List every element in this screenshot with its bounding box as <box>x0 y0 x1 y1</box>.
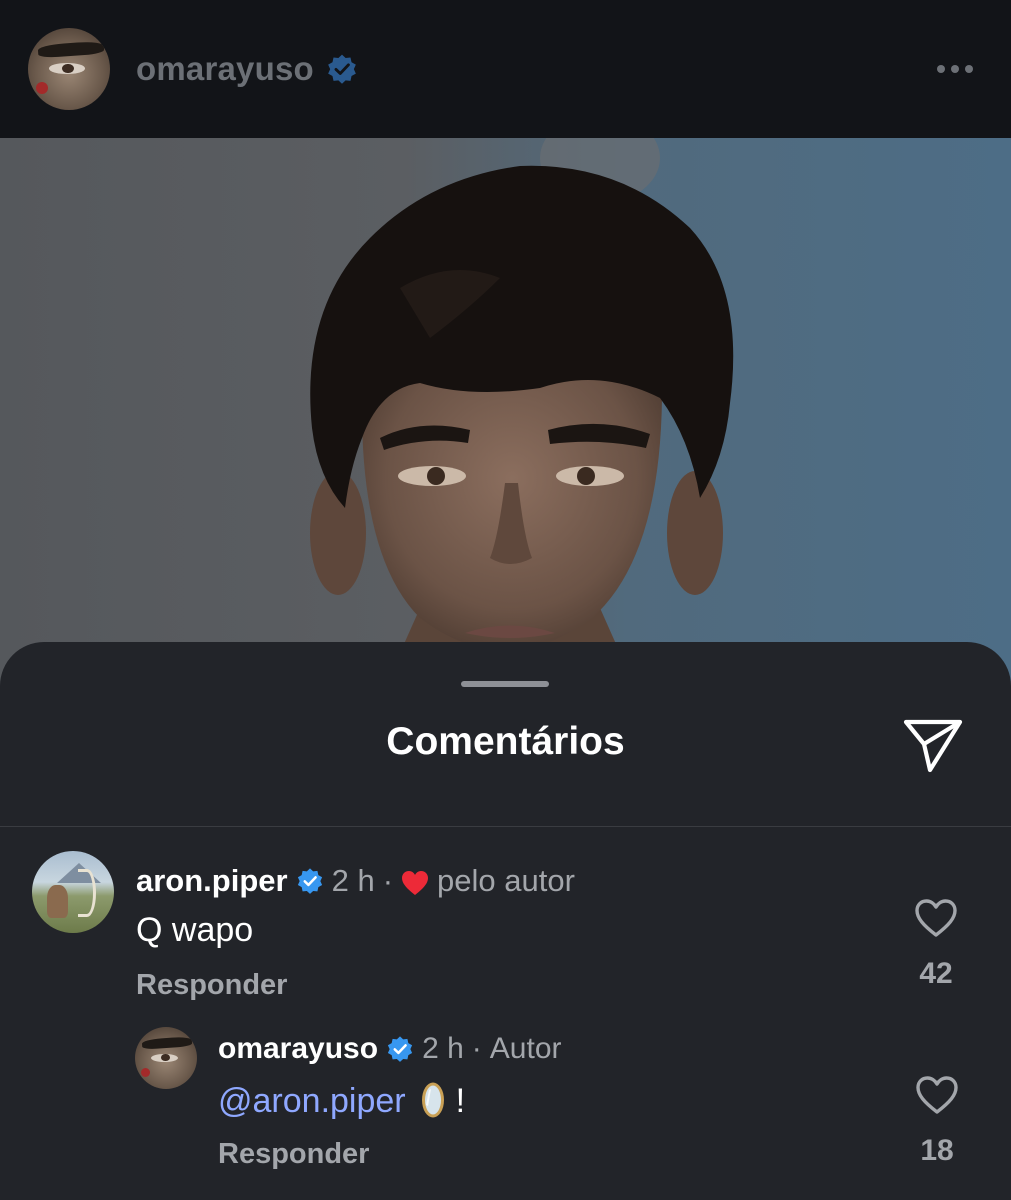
mention-link[interactable]: @aron.piper <box>218 1082 406 1120</box>
post-header: omarayuso <box>0 0 1011 138</box>
post-photo[interactable] <box>0 138 1011 698</box>
post-comments-screen: omarayuso Comentários aron.piper 2 h · p… <box>0 0 1011 1200</box>
author-label: Autor <box>489 1032 562 1065</box>
reply-button[interactable]: Responder <box>218 1138 369 1171</box>
sheet-divider <box>0 826 1011 827</box>
comments-sheet: Comentários aron.piper 2 h · pelo autor … <box>0 642 1011 1200</box>
verified-badge-icon <box>386 1035 414 1063</box>
verified-badge-icon <box>296 867 324 895</box>
share-button[interactable] <box>902 716 964 774</box>
heart-outline-icon <box>916 1076 958 1114</box>
like-column: 42 <box>906 898 966 991</box>
comment-text-suffix: ! <box>455 1082 466 1120</box>
like-button[interactable] <box>906 898 966 943</box>
meta-separator: · <box>382 863 394 898</box>
sheet-drag-handle[interactable] <box>461 681 549 687</box>
heart-outline-icon <box>915 899 957 937</box>
send-icon <box>903 719 963 773</box>
like-count: 18 <box>920 1134 954 1167</box>
portrait-image <box>310 138 734 698</box>
post-author-username[interactable]: omarayuso <box>136 50 314 88</box>
commenter-username[interactable]: omarayuso <box>218 1032 378 1066</box>
like-button[interactable] <box>907 1075 967 1120</box>
commenter-username[interactable]: aron.piper <box>136 863 288 899</box>
comment-text: Q wapo <box>136 911 254 949</box>
comment-time: 2 h <box>422 1032 464 1065</box>
heart-filled-icon <box>401 868 429 895</box>
like-count: 42 <box>919 957 953 990</box>
more-horizontal-icon <box>937 65 945 73</box>
reply-comment-item: omarayuso 2 h · Autor @aron.piper! Respo… <box>135 1027 982 1187</box>
comment-meta: omarayuso 2 h · Autor <box>218 1032 562 1066</box>
post-author-avatar[interactable] <box>28 28 110 110</box>
comment-text: @aron.piper! <box>218 1080 465 1121</box>
commenter-avatar[interactable] <box>32 851 114 933</box>
liked-by-author-label: pelo autor <box>437 863 575 898</box>
verified-badge-icon <box>326 53 358 85</box>
sheet-title: Comentários <box>386 720 625 763</box>
comment-time: 2 h <box>331 863 375 898</box>
commenter-avatar[interactable] <box>135 1027 197 1089</box>
like-column: 18 <box>907 1075 967 1168</box>
more-options-button[interactable] <box>925 49 985 89</box>
reply-button[interactable]: Responder <box>136 969 287 1002</box>
comment-meta: aron.piper 2 h · pelo autor <box>136 863 575 899</box>
meta-separator: · <box>471 1032 482 1065</box>
mirror-emoji-icon <box>420 1080 446 1120</box>
comment-item: aron.piper 2 h · pelo autor Q wapo Respo… <box>32 851 982 1011</box>
